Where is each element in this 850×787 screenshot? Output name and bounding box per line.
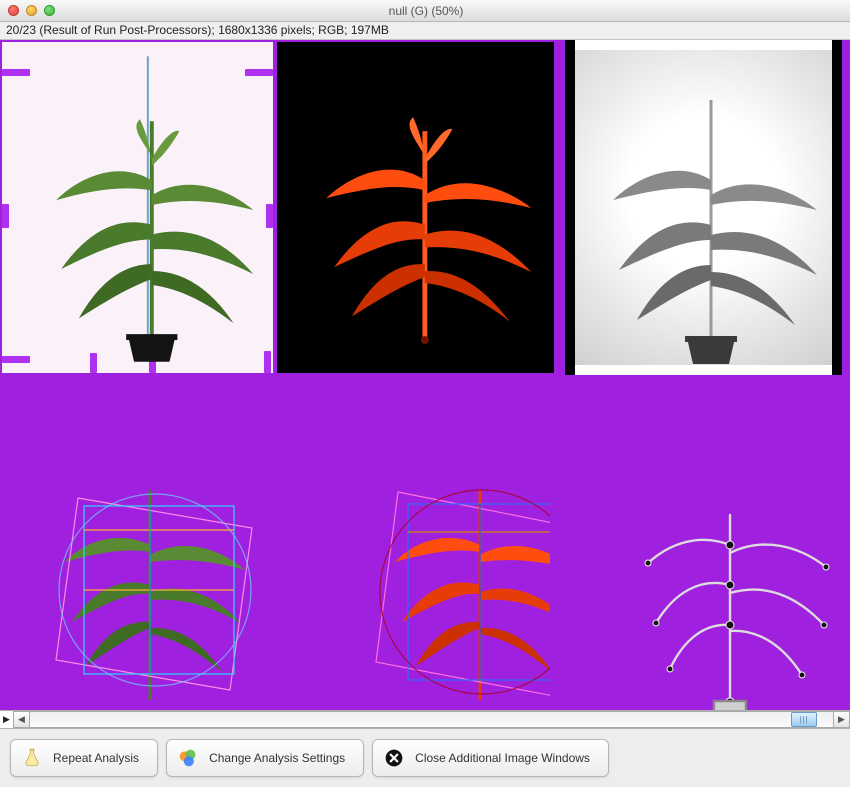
scroll-left-button[interactable]: ◀ <box>13 711 30 728</box>
button-label: Change Analysis Settings <box>209 751 345 765</box>
panel-rgb <box>0 40 275 375</box>
scroll-track[interactable] <box>30 711 833 728</box>
image-canvas[interactable] <box>0 40 850 710</box>
plant-rgb-image <box>2 42 273 373</box>
panel-skeleton-analysis <box>570 375 850 710</box>
panel-fluo-analysis <box>270 375 550 710</box>
overlay-rgb <box>0 375 280 710</box>
action-toolbar: Repeat Analysis Change Analysis Settings… <box>0 729 850 787</box>
scroll-thumb[interactable] <box>791 712 817 727</box>
panel-rgb-analysis <box>0 375 280 710</box>
panel-grayscale <box>565 40 842 375</box>
button-label: Close Additional Image Windows <box>415 751 590 765</box>
plant-gray-image <box>565 40 842 375</box>
close-additional-windows-button[interactable]: Close Additional Image Windows <box>372 739 609 777</box>
close-circle-icon <box>383 747 405 769</box>
frame-scroll-strip: ▶ ◀ ▶ <box>0 710 850 729</box>
palette-icon <box>177 747 199 769</box>
flask-icon <box>21 747 43 769</box>
titlebar: null (G) (50%) <box>0 0 850 22</box>
window-title: null (G) (50%) <box>10 4 842 18</box>
image-status-line: 20/23 (Result of Run Post-Processors); 1… <box>0 22 850 40</box>
play-icon[interactable]: ▶ <box>0 711 13 728</box>
repeat-analysis-button[interactable]: Repeat Analysis <box>10 739 158 777</box>
scroll-right-button[interactable]: ▶ <box>833 711 850 728</box>
panel-fluorescence <box>275 40 556 375</box>
plant-fluo-image <box>277 42 554 373</box>
change-analysis-settings-button[interactable]: Change Analysis Settings <box>166 739 364 777</box>
overlay-skeleton <box>570 375 850 710</box>
overlay-fluo <box>270 375 550 710</box>
button-label: Repeat Analysis <box>53 751 139 765</box>
